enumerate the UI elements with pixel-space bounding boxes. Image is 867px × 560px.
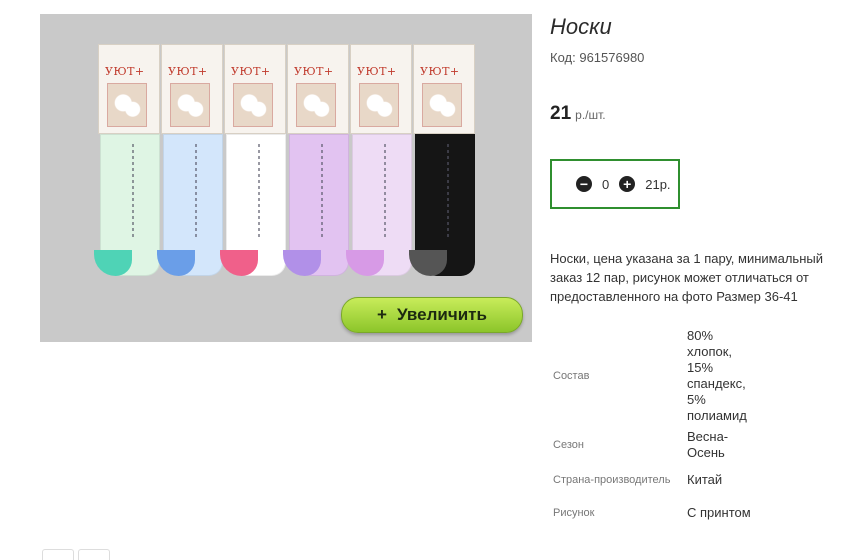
sock-pair: УЮТ+	[94, 44, 160, 276]
sock-pair: УЮТ+	[346, 44, 412, 276]
product-photo[interactable]: УЮТ+ УЮТ+ УЮТ+ УЮТ+ УЮТ+ УЮТ+ + Увеличить	[40, 14, 532, 342]
cotton-picture	[170, 83, 210, 127]
plus-circle-icon[interactable]: +	[619, 176, 636, 192]
brand-logo: УЮТ+	[357, 65, 397, 78]
brand-logo: УЮТ+	[168, 65, 208, 78]
zoom-button-label: Увеличить	[396, 305, 487, 324]
sock-card: УЮТ+	[224, 44, 286, 134]
cotton-picture	[233, 83, 273, 127]
sock-stripe	[321, 144, 323, 239]
brand-logo: УЮТ+	[420, 65, 460, 78]
code-value: 961576980	[579, 50, 645, 65]
product-code: Код: 961576980	[550, 50, 644, 65]
cotton-picture	[359, 83, 399, 127]
code-label: Код:	[550, 50, 576, 65]
spec-row: Страна-производитель Китай	[550, 464, 760, 496]
price-unit: р./шт.	[575, 108, 606, 122]
spec-value: 80% хлопок, 15% спандекс, 5% полиамид	[687, 328, 747, 423]
brand-logo: УЮТ+	[294, 65, 334, 78]
price-value: 21	[550, 103, 572, 124]
thumbnail[interactable]	[78, 549, 110, 560]
spec-label: Состав	[553, 370, 590, 382]
zoom-button[interactable]: + Увеличить	[341, 297, 523, 333]
quantity-value[interactable]: 0	[602, 177, 609, 192]
spec-label: Страна-производитель	[553, 474, 671, 486]
sock-pair: УЮТ+	[409, 44, 475, 276]
product-price: 21 р./шт.	[550, 103, 606, 125]
thumbnail-strip	[42, 549, 110, 560]
sock-stripe	[384, 144, 386, 239]
sock-pair: УЮТ+	[283, 44, 349, 276]
sock-stripe	[447, 144, 449, 239]
line-total: 21р.	[645, 176, 671, 192]
product-description: Носки, цена указана за 1 пару, минимальн…	[550, 251, 823, 304]
quantity-box: − 0 + 21р.	[550, 159, 680, 209]
cotton-picture	[422, 83, 462, 127]
spec-row: Состав 80% хлопок, 15% спандекс, 5% полиа…	[550, 326, 760, 426]
spec-row: Рисунок С принтом	[550, 496, 760, 530]
specs-table: Состав 80% хлопок, 15% спандекс, 5% полиа…	[550, 326, 760, 530]
cotton-picture	[107, 83, 147, 127]
brand-logo: УЮТ+	[105, 65, 145, 78]
plus-icon: +	[377, 305, 387, 324]
sock-card: УЮТ+	[413, 44, 475, 134]
thumbnail[interactable]	[42, 549, 74, 560]
sock-card: УЮТ+	[287, 44, 349, 134]
sock-pair: УЮТ+	[220, 44, 286, 276]
spec-label: Сезон	[553, 439, 584, 451]
minus-circle-icon[interactable]: −	[576, 176, 592, 192]
spec-value: Весна-Осень	[687, 429, 729, 460]
product-title: Носки	[550, 14, 612, 39]
sock-stripe	[258, 144, 260, 239]
cotton-picture	[296, 83, 336, 127]
sock-card: УЮТ+	[350, 44, 412, 134]
sock-stripe	[195, 144, 197, 239]
sock-card: УЮТ+	[161, 44, 223, 134]
spec-row: Сезон Весна-Осень	[550, 426, 760, 464]
sock-card: УЮТ+	[98, 44, 160, 134]
sock-pair: УЮТ+	[157, 44, 223, 276]
spec-label: Рисунок	[553, 507, 595, 519]
spec-value: С принтом	[687, 505, 751, 520]
spec-value: Китай	[687, 472, 723, 487]
brand-logo: УЮТ+	[231, 65, 271, 78]
sock-stripe	[132, 144, 134, 239]
